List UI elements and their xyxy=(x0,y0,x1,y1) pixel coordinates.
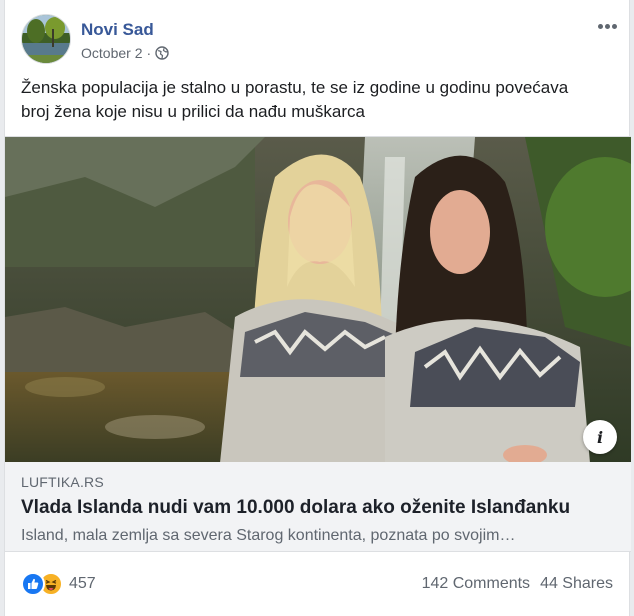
post-card: Novi Sad October 2 · Ženska populacija j… xyxy=(4,0,631,616)
comments-count-link[interactable]: 142 Comments xyxy=(422,575,531,593)
link-title[interactable]: Vlada Islanda nudi vam 10.000 dolara ako… xyxy=(21,497,619,519)
reactions-summary[interactable]: 457 xyxy=(21,572,96,596)
link-caption[interactable]: LUFTIKA.RS Vlada Islanda nudi vam 10.000… xyxy=(5,462,631,552)
engagement-stats: 142 Comments 44 Shares xyxy=(422,575,613,593)
reaction-count[interactable]: 457 xyxy=(69,575,96,593)
link-description: Island, mala zemlja sa severa Starog kon… xyxy=(21,527,516,544)
post-date[interactable]: October 2 xyxy=(81,45,142,61)
post-footer: 457 142 Comments 44 Shares xyxy=(21,570,613,600)
shares-count-link[interactable]: 44 Shares xyxy=(540,575,613,593)
post-text: Ženska populacija je stalno u porastu, t… xyxy=(21,78,569,121)
link-preview-image[interactable]: i xyxy=(5,136,631,462)
more-options-icon[interactable] xyxy=(595,16,619,36)
post-meta: October 2 · xyxy=(81,45,169,61)
globe-icon[interactable] xyxy=(155,46,169,60)
link-domain: LUFTIKA.RS xyxy=(21,474,104,490)
page-name-link[interactable]: Novi Sad xyxy=(81,20,154,40)
post-header: Novi Sad October 2 · xyxy=(21,14,619,68)
meta-separator: · xyxy=(146,45,152,61)
like-icon xyxy=(21,572,45,596)
page-avatar[interactable] xyxy=(21,14,71,64)
info-icon[interactable]: i xyxy=(583,420,617,454)
